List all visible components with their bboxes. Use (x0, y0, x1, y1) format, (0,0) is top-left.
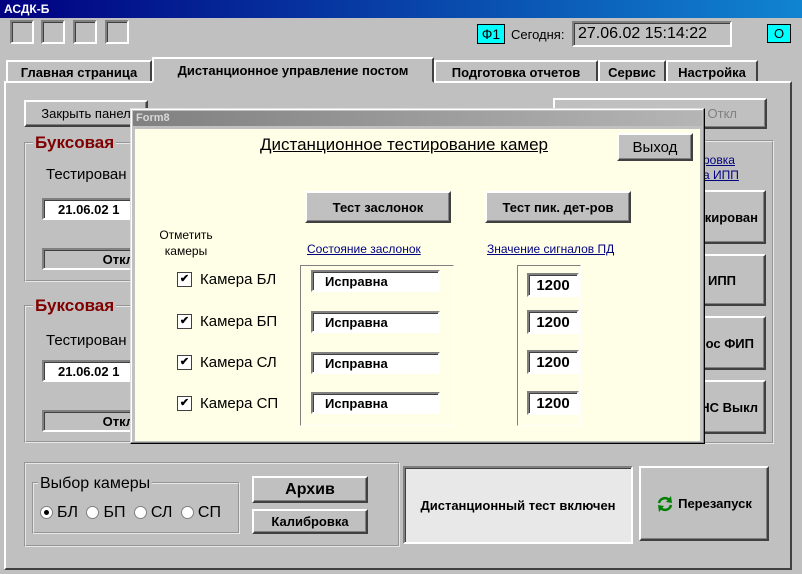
camera-radio-group: БЛ БП СЛ СП (40, 504, 221, 522)
radio-bl-circle[interactable] (40, 506, 53, 520)
toolbar-slot-2[interactable] (41, 20, 65, 44)
axlebox-1-off[interactable]: Откл (42, 248, 142, 270)
radio-sp-circle[interactable] (180, 506, 194, 520)
camera-bl-checkbox[interactable]: ✔ (177, 272, 192, 287)
today-label: Сегодня: (511, 27, 565, 42)
restart-button[interactable]: Перезапуск (639, 466, 769, 541)
test-detectors-button[interactable]: Тест пик. дет-ров (485, 191, 631, 223)
camera-sp-value: 1200 (527, 391, 579, 415)
toolbar-slot-3[interactable] (73, 20, 97, 44)
camera-sl-value: 1200 (527, 350, 579, 374)
axlebox-2-testing-label: Тестирован (46, 332, 127, 349)
radio-bp-circle[interactable] (86, 506, 100, 520)
form8-title-bar[interactable]: Form8 (133, 111, 702, 126)
remote-test-status: Дистанционный тест включен (403, 466, 633, 544)
camera-sp-label: Камера СП (200, 395, 279, 412)
axlebox-group-1-title: Буксовая (33, 133, 117, 153)
axlebox-2-date: 21.06.02 1 (42, 360, 142, 382)
radio-sl[interactable]: СЛ (133, 504, 172, 521)
camera-bl-value: 1200 (527, 273, 579, 297)
camera-sl-row[interactable]: ✔ Камера СЛ (177, 354, 277, 371)
exit-button[interactable]: Выход (617, 133, 693, 161)
tab-settings[interactable]: Настройка (666, 60, 758, 82)
archive-button[interactable]: Архив (252, 476, 368, 503)
dialog-heading: Дистанционное тестирование камер (260, 135, 549, 154)
camera-bp-row[interactable]: ✔ Камера БП (177, 313, 277, 330)
f1-indicator[interactable]: Ф1 (477, 24, 505, 44)
axlebox-group-2-title: Буксовая (33, 296, 117, 316)
form8-dialog: Form8 Дистанционное тестирование камер В… (130, 108, 705, 444)
calibration-button[interactable]: Калибровка (252, 509, 368, 534)
tab-service[interactable]: Сервис (598, 60, 666, 82)
camera-sp-checkbox[interactable]: ✔ (177, 396, 192, 411)
mark-cameras-line1: Отметить (159, 228, 213, 242)
right-link-line1[interactable]: ровка (703, 153, 735, 167)
right-link-line2[interactable]: а ИПП (703, 168, 739, 182)
radio-sp[interactable]: СП (180, 504, 221, 521)
current-datetime: 27.06.02 15:14:22 (572, 21, 732, 47)
mark-cameras-line2: камеры (164, 244, 208, 258)
tab-main-page[interactable]: Главная страница (6, 60, 152, 82)
axlebox-2-off[interactable]: Откл (42, 410, 142, 432)
camera-bp-value: 1200 (527, 310, 579, 334)
toolbar-slot-1[interactable] (10, 20, 34, 44)
camera-bl-state: Исправна (311, 270, 440, 292)
camera-bl-label: Камера БЛ (200, 271, 277, 288)
axlebox-1-testing-label: Тестирован (46, 166, 127, 183)
form8-client: Дистанционное тестирование камер Выход Т… (135, 129, 700, 441)
radio-sl-circle[interactable] (133, 506, 147, 520)
refresh-icon (657, 495, 673, 512)
camera-sl-label: Камера СЛ (200, 354, 277, 371)
radio-bl[interactable]: БЛ (40, 504, 78, 521)
signal-values-label: Значение сигналов ПД (487, 242, 615, 256)
camera-sl-state: Исправна (311, 352, 440, 374)
tab-remote-control[interactable]: Дистанционное управление постом (152, 57, 434, 83)
axlebox-1-date: 21.06.02 1 (42, 198, 142, 220)
toolbar-slot-4[interactable] (105, 20, 129, 44)
damper-state-label: Состояние заслонок (307, 242, 421, 256)
camera-sl-checkbox[interactable]: ✔ (177, 355, 192, 370)
mark-cameras-label: Отметить камеры (155, 227, 217, 259)
camera-sp-row[interactable]: ✔ Камера СП (177, 395, 278, 412)
test-dampers-button[interactable]: Тест заслонок (305, 191, 451, 223)
radio-bp[interactable]: БП (86, 504, 125, 521)
camera-sp-state: Исправна (311, 392, 440, 414)
camera-select-title: Выбор камеры (38, 475, 153, 493)
camera-bp-checkbox[interactable]: ✔ (177, 314, 192, 329)
form8-title: Form8 (136, 112, 170, 124)
tab-reports[interactable]: Подготовка отчетов (434, 60, 598, 82)
camera-bp-label: Камера БП (200, 313, 278, 330)
window-title: АСДК-Б (4, 2, 50, 16)
camera-bp-state: Исправна (311, 311, 440, 333)
restart-label: Перезапуск (678, 496, 752, 511)
o-indicator[interactable]: О (767, 24, 791, 43)
camera-bl-row[interactable]: ✔ Камера БЛ (177, 271, 276, 288)
window-title-bar: АСДК-Б (0, 0, 802, 18)
